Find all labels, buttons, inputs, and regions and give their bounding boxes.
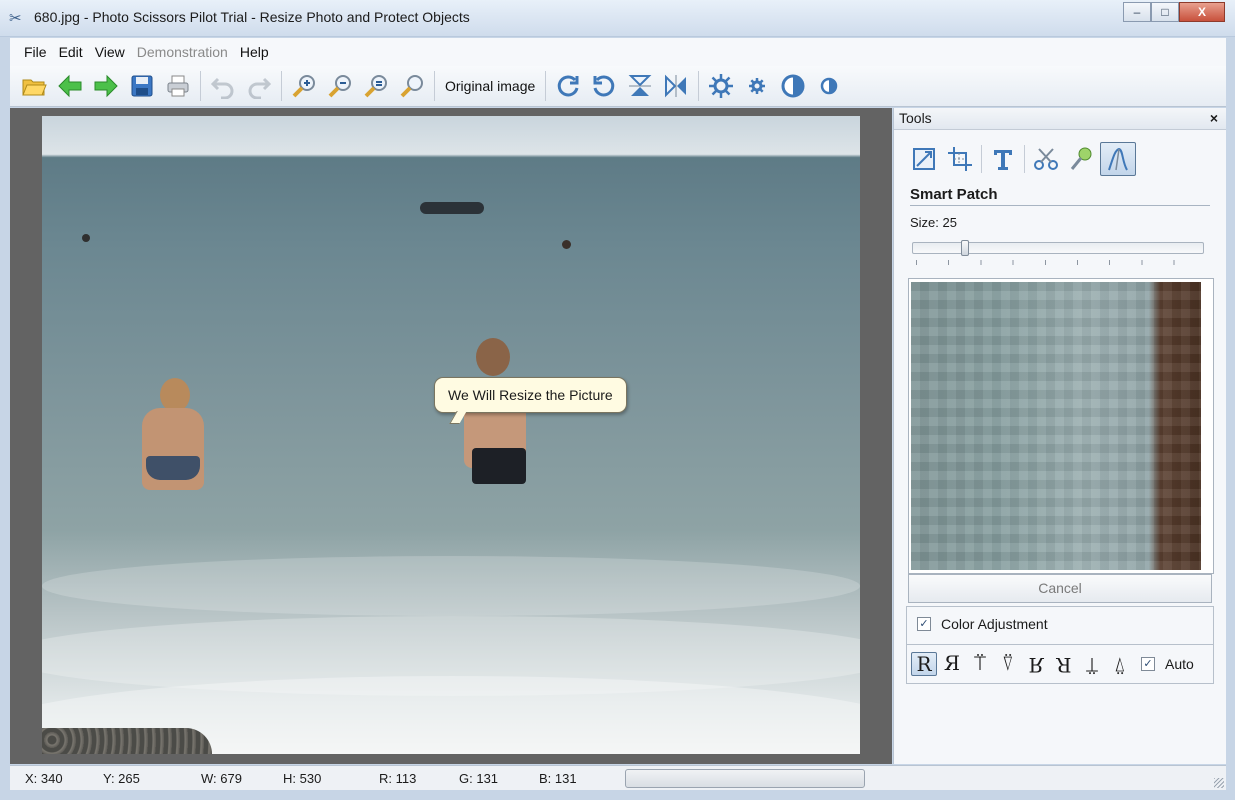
color-adjustment-option[interactable]: ✓ Color Adjustment bbox=[917, 616, 1048, 632]
tools-panel-close-button[interactable]: × bbox=[1210, 108, 1218, 129]
app-scissors-icon: ✂ bbox=[9, 10, 22, 27]
zoom-in-icon[interactable] bbox=[286, 70, 322, 102]
title-bar: ✂ 680.jpg - Photo Scissors Pilot Trial -… bbox=[0, 0, 1235, 37]
wave-foam bbox=[42, 556, 860, 616]
direction-r-mirror[interactable]: Я bbox=[939, 652, 965, 676]
toolbar-separator bbox=[200, 71, 201, 101]
patch-direction-row: R Я ⍡ ⍢ R R ⍡ ⍢ ✓ Auto bbox=[911, 652, 1194, 677]
tools-panel-title: Tools bbox=[899, 110, 932, 126]
raft-image-element bbox=[420, 202, 484, 214]
close-button[interactable]: X bbox=[1179, 2, 1225, 22]
patch-preview-frame bbox=[908, 278, 1214, 574]
text-icon[interactable] bbox=[985, 142, 1021, 176]
size-slider-thumb[interactable] bbox=[961, 240, 969, 256]
resize-icon[interactable] bbox=[906, 142, 942, 176]
redo-icon[interactable] bbox=[241, 70, 277, 102]
menu-edit[interactable]: Edit bbox=[59, 44, 83, 60]
direction-r-rotated-2[interactable]: ⍢ bbox=[995, 652, 1021, 676]
print-icon[interactable] bbox=[160, 70, 196, 102]
flip-horizontal-icon[interactable] bbox=[658, 70, 694, 102]
auto-label: Auto bbox=[1165, 656, 1194, 672]
magic-wand-icon[interactable] bbox=[1064, 142, 1100, 176]
rotate-ccw-icon[interactable] bbox=[586, 70, 622, 102]
status-bar: X: 340 Y: 265 W: 679 H: 530 R: 113 G: 13… bbox=[10, 765, 1226, 790]
back-arrow-icon[interactable] bbox=[52, 70, 88, 102]
direction-r-flipped-mirror[interactable]: R bbox=[1051, 652, 1077, 677]
window-title: 680.jpg - Photo Scissors Pilot Trial - R… bbox=[34, 9, 470, 25]
original-image-button[interactable]: Original image bbox=[439, 78, 541, 94]
resize-grip[interactable] bbox=[1214, 778, 1224, 788]
swimmer-head bbox=[562, 240, 571, 249]
color-adjustment-checkbox[interactable]: ✓ bbox=[917, 617, 931, 631]
flip-vertical-icon[interactable] bbox=[622, 70, 658, 102]
menu-view[interactable]: View bbox=[95, 44, 125, 60]
menu-demonstration[interactable]: Demonstration bbox=[137, 44, 228, 60]
beach-photo[interactable] bbox=[42, 116, 860, 754]
status-y: Y: 265 bbox=[103, 770, 140, 786]
undo-icon[interactable] bbox=[205, 70, 241, 102]
auto-option[interactable]: ✓ Auto bbox=[1141, 656, 1194, 672]
auto-checkbox[interactable]: ✓ bbox=[1141, 657, 1155, 671]
menu-bar: File Edit View Demonstration Help bbox=[10, 38, 1226, 66]
tools-panel-header: Tools × bbox=[894, 108, 1226, 130]
resize-tooltip: We Will Resize the Picture bbox=[434, 377, 627, 413]
crop-icon[interactable] bbox=[942, 142, 978, 176]
status-red: R: 113 bbox=[379, 770, 417, 786]
scissors-icon[interactable] bbox=[1028, 142, 1064, 176]
tool-selector bbox=[906, 142, 1136, 176]
image-canvas[interactable]: We Will Resize the Picture bbox=[10, 108, 892, 764]
toolbar-separator bbox=[545, 71, 547, 101]
direction-r-rotated-3[interactable]: ⍡ bbox=[1079, 652, 1105, 677]
tools-panel: Tools × Smart Patch Size: 25 Cancel ✓ Co… bbox=[893, 108, 1226, 764]
zoom-out-icon[interactable] bbox=[322, 70, 358, 102]
swimmer-head bbox=[82, 234, 90, 242]
forward-arrow-icon[interactable] bbox=[88, 70, 124, 102]
zoom-fit-icon[interactable] bbox=[358, 70, 394, 102]
status-x: X: 340 bbox=[25, 770, 63, 786]
size-slider[interactable] bbox=[912, 240, 1204, 256]
status-green: G: 131 bbox=[459, 770, 499, 786]
toolbar-separator bbox=[281, 71, 282, 101]
toolbar-separator bbox=[434, 71, 435, 101]
smart-patch-icon[interactable] bbox=[1100, 142, 1136, 176]
settings-icon[interactable] bbox=[739, 70, 775, 102]
color-adjustment-label: Color Adjustment bbox=[941, 616, 1048, 632]
status-width: W: 679 bbox=[201, 770, 242, 786]
status-height: H: 530 bbox=[283, 770, 322, 786]
minimize-button[interactable]: – bbox=[1123, 2, 1151, 22]
maximize-button[interactable]: □ bbox=[1151, 2, 1179, 22]
window-controls: – □ X bbox=[1123, 2, 1225, 22]
smart-patch-title: Smart Patch bbox=[910, 186, 1210, 206]
menu-file[interactable]: File bbox=[24, 44, 47, 60]
slider-ticks bbox=[916, 260, 1206, 265]
direction-r-rotated-4[interactable]: ⍢ bbox=[1107, 652, 1133, 677]
direction-r-rotated-1[interactable]: ⍡ bbox=[967, 652, 993, 676]
open-folder-icon[interactable] bbox=[16, 70, 52, 102]
progress-bar bbox=[625, 769, 865, 788]
options-box: ✓ Color Adjustment R Я ⍡ ⍢ R R ⍡ ⍢ ✓ Aut… bbox=[906, 606, 1214, 684]
menu-help[interactable]: Help bbox=[240, 44, 269, 60]
size-label: Size: 25 bbox=[910, 215, 957, 230]
zoom-actual-icon[interactable] bbox=[394, 70, 430, 102]
half-contrast-icon[interactable] bbox=[811, 70, 847, 102]
toolbar-separator bbox=[698, 71, 700, 101]
contrast-icon[interactable] bbox=[775, 70, 811, 102]
main-toolbar: Original image bbox=[10, 66, 1226, 107]
direction-r-normal[interactable]: R bbox=[911, 652, 937, 676]
direction-r-flipped[interactable]: R bbox=[1023, 652, 1049, 677]
brightness-icon[interactable] bbox=[703, 70, 739, 102]
save-icon[interactable] bbox=[124, 70, 160, 102]
status-blue: B: 131 bbox=[539, 770, 577, 786]
rotate-cw-icon[interactable] bbox=[550, 70, 586, 102]
patch-preview bbox=[911, 282, 1201, 570]
pebbles bbox=[42, 728, 212, 754]
cancel-button[interactable]: Cancel bbox=[908, 574, 1212, 603]
